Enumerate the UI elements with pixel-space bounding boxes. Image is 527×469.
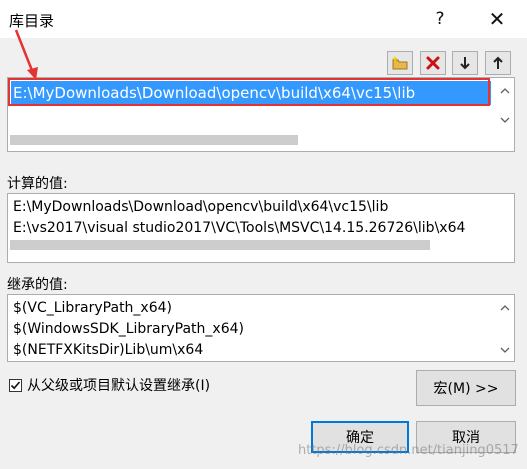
close-button[interactable]: ✕ — [477, 6, 517, 32]
inherited-vscroll[interactable] — [496, 295, 513, 361]
inherited-line-2: $(WindowsSDK_LibraryPath_x64) — [13, 321, 244, 337]
annotation-arrow-icon — [14, 29, 38, 80]
move-up-button[interactable] — [485, 51, 511, 75]
chevron-up-icon[interactable] — [496, 299, 513, 316]
evaluated-line-2: E:\vs2017\visual studio2017\VC\Tools\MSV… — [13, 220, 466, 236]
macros-button[interactable]: 宏(M) >> — [416, 370, 516, 406]
inherit-checkbox[interactable] — [9, 378, 22, 392]
inherited-line-3: $(NETFXKitsDir)Lib\um\x64 — [13, 342, 204, 358]
chevron-down-icon[interactable] — [496, 111, 513, 128]
delete-line-button[interactable] — [420, 51, 446, 75]
inherit-checkbox-label[interactable]: 从父级或项目默认设置继承(I) — [27, 375, 210, 395]
library-directories-dialog: 库目录 ? ✕ E:\MyDownloads\Download\opencv\b… — [0, 0, 527, 469]
chevron-up-icon[interactable] — [496, 82, 513, 99]
new-line-button[interactable] — [387, 51, 413, 75]
inherited-values-box[interactable]: $(VC_LibraryPath_x64) $(WindowsSDK_Libra… — [7, 294, 515, 362]
inherited-values-label: 继承的值: — [7, 277, 68, 293]
chevron-down-icon[interactable] — [496, 341, 513, 358]
help-button[interactable]: ? — [420, 6, 460, 32]
evaluated-value-box[interactable]: E:\MyDownloads\Download\opencv\build\x64… — [7, 193, 515, 263]
checkmark-icon — [10, 380, 21, 389]
evaluated-line-1: E:\MyDownloads\Download\opencv\build\x64… — [13, 199, 389, 215]
watermark-text: https://blog.csdn.net/tianjing0517 — [298, 443, 519, 458]
directory-entry-selected[interactable]: E:\MyDownloads\Download\opencv\build\x64… — [11, 81, 491, 105]
inherit-checkbox-row[interactable]: 从父级或项目默认设置继承(I) — [9, 375, 210, 395]
evaluated-value-label: 计算的值: — [7, 176, 68, 192]
directory-list-vscroll[interactable] — [496, 78, 513, 134]
directory-list[interactable]: E:\MyDownloads\Download\opencv\build\x64… — [7, 77, 515, 152]
evaluated-hscroll-thumb[interactable] — [10, 240, 430, 250]
move-down-button[interactable] — [452, 51, 478, 75]
arrow-down-icon — [460, 57, 470, 70]
title-bar: 库目录 ? ✕ — [0, 0, 527, 38]
arrow-up-icon — [493, 56, 503, 69]
directory-list-hscroll-thumb[interactable] — [10, 135, 298, 145]
inherited-line-1: $(VC_LibraryPath_x64) — [13, 300, 172, 316]
delete-x-icon — [426, 56, 440, 70]
new-folder-icon — [392, 56, 408, 70]
